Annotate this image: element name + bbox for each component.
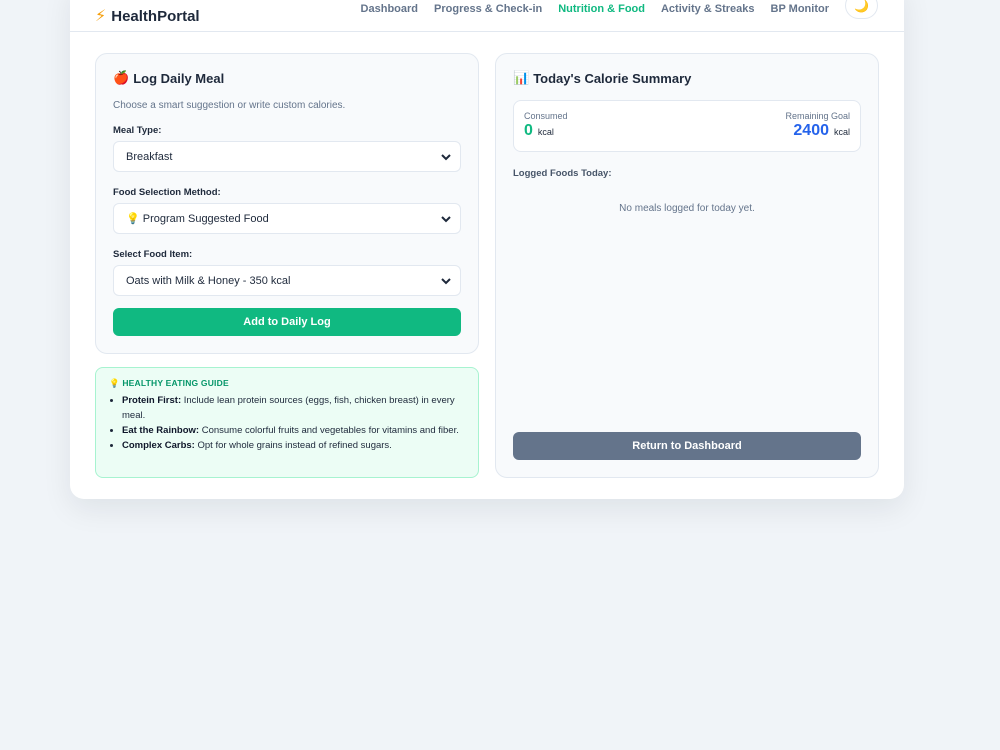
list-item: Protein First: Include lean protein sour… bbox=[122, 393, 462, 423]
return-to-dashboard-button[interactable]: Return to Dashboard bbox=[513, 432, 861, 460]
log-meal-title: 🍎 Log Daily Meal bbox=[113, 70, 224, 86]
log-meal-title-text: Log Daily Meal bbox=[133, 70, 225, 86]
remaining-goal-unit: kcal bbox=[833, 127, 850, 137]
lightning-icon: ⚡ bbox=[95, 8, 107, 25]
food-item-value: Oats with Milk & Honey - 350 kcal bbox=[126, 274, 291, 287]
nav-activity-streaks[interactable]: Activity & Streaks bbox=[661, 3, 755, 15]
log-meal-panel: 🍎 Log Daily Meal Choose a smart suggesti… bbox=[95, 53, 479, 354]
meal-type-value: Breakfast bbox=[126, 150, 173, 163]
calorie-stats-box: Consumed 0 kcal Remaining Goal 2400 kcal bbox=[513, 100, 861, 152]
meal-type-select[interactable]: Breakfast bbox=[113, 141, 461, 172]
nav-nutrition-food[interactable]: Nutrition & Food bbox=[558, 3, 645, 15]
add-to-log-button[interactable]: Add to Daily Log bbox=[113, 308, 461, 336]
guide-item-text: Consume colorful fruits and vegetables f… bbox=[199, 425, 459, 436]
method-label: Food Selection Method: bbox=[113, 187, 221, 198]
meal-type-label: Meal Type: bbox=[113, 125, 162, 136]
food-item-label: Select Food Item: bbox=[113, 249, 193, 260]
guide-title: 💡 HEALTHY EATING GUIDE bbox=[109, 378, 229, 388]
chevron-down-icon bbox=[441, 154, 451, 161]
guide-item-heading: Eat the Rainbow: bbox=[122, 425, 200, 436]
chevron-down-icon bbox=[441, 278, 451, 285]
empty-log-message: No meals logged for today yet. bbox=[619, 203, 755, 214]
calorie-summary-panel: 📊 Today's Calorie Summary Consumed 0 kca… bbox=[495, 53, 879, 478]
remaining-goal-label: Remaining Goal bbox=[785, 111, 850, 121]
brand-name: HealthPortal bbox=[111, 7, 200, 25]
apple-icon: 🍎 bbox=[113, 70, 130, 85]
food-method-select[interactable]: 💡 Program Suggested Food bbox=[113, 203, 461, 234]
consumed-label: Consumed bbox=[524, 111, 568, 121]
remaining-goal-stat: 2400 kcal bbox=[793, 122, 850, 140]
consumed-stat: 0 kcal bbox=[524, 122, 554, 140]
bar-chart-icon: 📊 bbox=[513, 70, 530, 85]
theme-toggle-button[interactable]: 🌙 bbox=[845, 0, 878, 19]
food-method-value: 💡 Program Suggested Food bbox=[126, 213, 269, 225]
consumed-unit: kcal bbox=[537, 127, 554, 137]
healthy-eating-guide: 💡 HEALTHY EATING GUIDE Protein First: In… bbox=[95, 367, 479, 478]
list-item: Complex Carbs: Opt for whole grains inst… bbox=[122, 438, 462, 453]
guide-list: Protein First: Include lean protein sour… bbox=[122, 393, 462, 453]
summary-title: 📊 Today's Calorie Summary bbox=[513, 70, 691, 86]
guide-item-text: Opt for whole grains instead of refined … bbox=[194, 440, 392, 451]
brand-logo[interactable]: ⚡ HealthPortal bbox=[95, 6, 200, 26]
log-meal-subtitle: Choose a smart suggestion or write custo… bbox=[113, 100, 346, 111]
list-item: Eat the Rainbow: Consume colorful fruits… bbox=[122, 423, 462, 438]
logged-foods-label: Logged Foods Today: bbox=[513, 168, 612, 179]
nav-dashboard[interactable]: Dashboard bbox=[361, 3, 418, 15]
top-navbar: ⚡ HealthPortal Dashboard Progress & Chec… bbox=[70, 0, 904, 32]
summary-title-text: Today's Calorie Summary bbox=[533, 70, 692, 86]
guide-item-heading: Protein First: bbox=[122, 395, 182, 406]
nav-progress-check-in[interactable]: Progress & Check-in bbox=[434, 3, 542, 15]
chevron-down-icon bbox=[441, 216, 451, 223]
food-item-select[interactable]: Oats with Milk & Honey - 350 kcal bbox=[113, 265, 461, 296]
remaining-goal-value: 2400 bbox=[793, 122, 829, 139]
moon-icon: 🌙 bbox=[854, 0, 869, 13]
guide-item-heading: Complex Carbs: bbox=[122, 440, 195, 451]
nav-bp-monitor[interactable]: BP Monitor bbox=[771, 3, 829, 15]
app-card: ⚡ HealthPortal Dashboard Progress & Chec… bbox=[70, 0, 904, 499]
main-nav: Dashboard Progress & Check-in Nutrition … bbox=[345, 0, 878, 19]
consumed-value: 0 bbox=[524, 122, 533, 139]
